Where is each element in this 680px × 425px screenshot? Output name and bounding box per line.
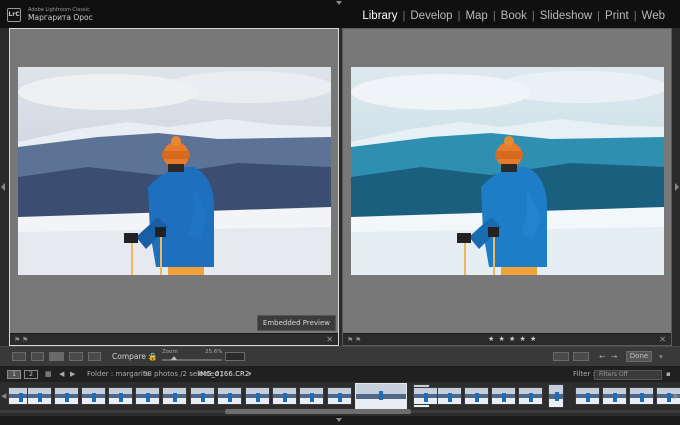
grid-view-icon[interactable]: [12, 352, 26, 361]
module-picker: Library | Develop | Map | Book | Slidesh…: [357, 10, 670, 22]
filmstrip-thumbnail[interactable]: [575, 387, 600, 405]
zoom-slider[interactable]: [162, 356, 222, 361]
scroll-thumb[interactable]: [225, 409, 411, 414]
filmstrip-thumbnail[interactable]: [491, 387, 516, 405]
filmstrip-thumbnail[interactable]: [548, 384, 564, 408]
right-panel-toggle-icon[interactable]: [675, 183, 679, 191]
selected-filename: IMG_0166.CR2: [198, 370, 250, 378]
candidate-photo-image: [351, 67, 664, 275]
compare-label: Compare :: [112, 352, 151, 361]
filmstrip-thumbnail[interactable]: [54, 387, 79, 405]
flag-icon[interactable]: ⚑: [347, 336, 353, 344]
select-pane[interactable]: Embedded Preview ⚑ ⚑ ✕: [9, 28, 339, 346]
filmstrip[interactable]: ◀ ▶: [0, 382, 680, 416]
identity-plate: Adobe Lightroom Classic Маргарита Орос: [28, 7, 93, 23]
zoom-label: Zoom: [162, 349, 178, 355]
back-icon[interactable]: ◀: [59, 370, 64, 378]
filmstrip-thumbnail[interactable]: [162, 387, 187, 405]
filmstrip-thumbnail[interactable]: [327, 387, 352, 405]
survey-view-icon[interactable]: [69, 352, 83, 361]
candidate-pane[interactable]: ⚑ ⚑ ★ ★ ★ ★ ★ ✕: [342, 28, 672, 346]
swap-icon[interactable]: [553, 352, 569, 361]
filter-lock-icon[interactable]: ▪: [666, 370, 671, 378]
filmstrip-left-icon[interactable]: ◀: [1, 392, 6, 400]
done-button[interactable]: Done: [626, 351, 652, 362]
compare-view-icon[interactable]: [49, 352, 64, 361]
select-pane-strip: ⚑ ⚑ ✕: [10, 333, 338, 345]
lightroom-logo: LrC: [7, 8, 21, 22]
filmstrip-thumbnail[interactable]: [299, 387, 324, 405]
filmstrip-thumbnail[interactable]: [464, 387, 489, 405]
filmstrip-thumbnail[interactable]: [355, 383, 407, 409]
secondary-window-button[interactable]: 2: [24, 370, 38, 379]
module-map[interactable]: Map: [460, 10, 492, 22]
forward-icon[interactable]: ▶: [70, 370, 75, 378]
candidate-photo[interactable]: [351, 67, 664, 275]
collapse-filmstrip-icon[interactable]: [336, 418, 342, 422]
collapse-top-panel-icon[interactable]: [336, 1, 342, 5]
filmstrip-header: 1 2 ▦ ◀ ▶ Folder : margarita 98 photos /…: [0, 367, 680, 382]
filmstrip-thumbnail[interactable]: [217, 387, 242, 405]
primary-window-button[interactable]: 1: [7, 370, 21, 379]
people-view-icon[interactable]: [88, 352, 101, 361]
zoom-slider-thumb[interactable]: [171, 356, 177, 360]
module-slideshow[interactable]: Slideshow: [535, 10, 597, 22]
top-header: LrC Adobe Lightroom Classic Маргарита Ор…: [0, 0, 680, 28]
reject-flag-icon[interactable]: ⚑: [355, 336, 361, 344]
module-book[interactable]: Book: [496, 10, 532, 22]
prev-icon[interactable]: ←: [599, 352, 605, 361]
embedded-preview-badge: Embedded Preview: [256, 315, 336, 331]
toolbar: Compare : 🔒 Zoom 25.6% ← → Done ▾: [0, 346, 680, 366]
filmstrip-thumbnail[interactable]: [629, 387, 654, 405]
grid-icon[interactable]: ▦: [45, 370, 52, 378]
lock-icon[interactable]: 🔒: [148, 352, 157, 361]
filmstrip-thumbnail[interactable]: [108, 387, 133, 405]
user-name: Маргарита Орос: [28, 13, 93, 22]
next-icon[interactable]: →: [611, 352, 617, 361]
filename-menu-icon[interactable]: ▾: [248, 370, 252, 378]
filmstrip-scrollbar[interactable]: [0, 408, 680, 414]
select-photo-image: [18, 67, 331, 275]
source-folder-label[interactable]: Folder : margarita: [87, 370, 150, 378]
filmstrip-thumbnail[interactable]: [81, 387, 106, 405]
left-panel-toggle-icon[interactable]: [1, 183, 5, 191]
filmstrip-thumbnail[interactable]: [135, 387, 160, 405]
filmstrip-thumbnail[interactable]: [602, 387, 627, 405]
filmstrip-thumbnail[interactable]: [518, 387, 543, 405]
close-icon[interactable]: ✕: [326, 335, 333, 344]
filmstrip-thumbnail[interactable]: [27, 387, 52, 405]
filmstrip-thumbnail[interactable]: [190, 387, 215, 405]
filmstrip-thumbnail[interactable]: [413, 387, 438, 405]
filmstrip-thumbnail[interactable]: [272, 387, 297, 405]
filmstrip-thumbnail[interactable]: [245, 387, 270, 405]
flag-icon[interactable]: ⚑: [14, 336, 20, 344]
module-develop[interactable]: Develop: [405, 10, 457, 22]
sync-icon[interactable]: [225, 352, 245, 361]
loupe-view-icon[interactable]: [31, 352, 44, 361]
make-select-icon[interactable]: [573, 352, 589, 361]
filmstrip-thumbnail[interactable]: [437, 387, 462, 405]
module-library[interactable]: Library: [357, 10, 402, 22]
filter-select[interactable]: Filters Off: [594, 370, 662, 380]
zoom-value: 25.6%: [205, 349, 223, 355]
compare-view: Embedded Preview ⚑ ⚑ ✕ ⚑ ⚑ ★ ★ ★ ★ ★ ✕: [0, 28, 680, 346]
select-photo[interactable]: [18, 67, 331, 275]
module-print[interactable]: Print: [600, 10, 634, 22]
reject-flag-icon[interactable]: ⚑: [22, 336, 28, 344]
filter-label: Filter :: [573, 370, 595, 378]
bottom-bar: [0, 416, 680, 425]
star-rating[interactable]: ★ ★ ★ ★ ★: [488, 335, 537, 343]
module-web[interactable]: Web: [637, 10, 670, 22]
close-icon[interactable]: ✕: [659, 335, 666, 344]
filmstrip-right-icon[interactable]: ▶: [674, 392, 679, 400]
toolbar-menu-icon[interactable]: ▾: [659, 352, 663, 361]
candidate-pane-strip: ⚑ ⚑ ★ ★ ★ ★ ★ ✕: [343, 333, 671, 345]
